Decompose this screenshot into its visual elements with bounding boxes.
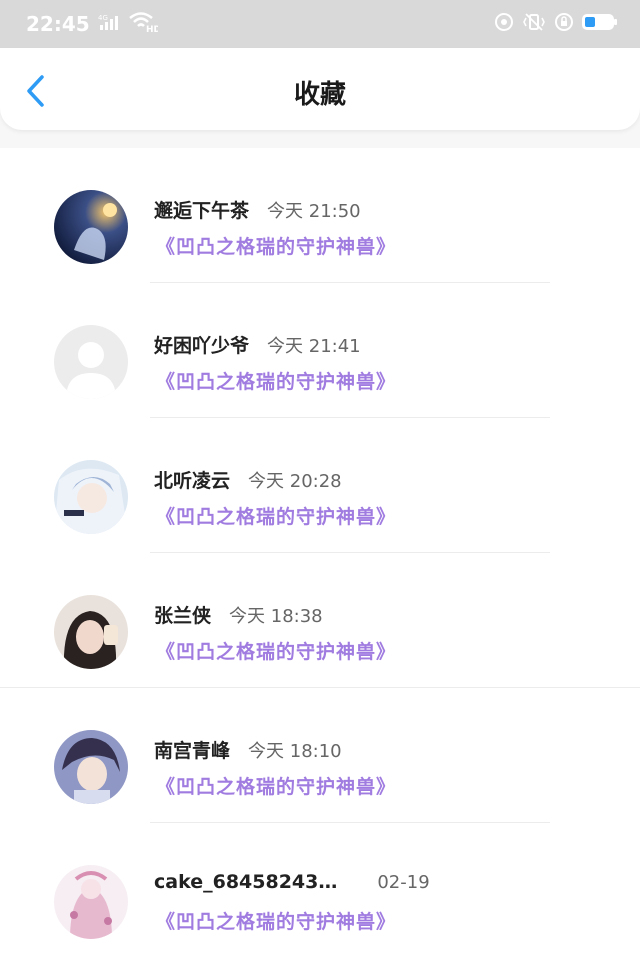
user-name[interactable]: 邂逅下午茶 今天 21:50: [154, 196, 361, 223]
list-item[interactable]: 张兰侠 今天 18:38 《凹凸之格瑞的守护神兽》: [0, 553, 640, 688]
list-item[interactable]: 南宫青峰 今天 18:10 《凹凸之格瑞的守护神兽》: [0, 688, 640, 823]
timestamp: 今天 20:28: [248, 471, 342, 492]
favorites-list: 邂逅下午茶 今天 21:50 《凹凸之格瑞的守护神兽》 好困吖少爷 今天 21:41…: [0, 148, 640, 961]
user-name[interactable]: cake_68458243… 02-19: [154, 871, 430, 893]
list-item[interactable]: cake_68458243… 02-19 《凹凸之格瑞的守护神兽》: [0, 823, 640, 958]
timestamp: 02-19: [377, 872, 430, 893]
book-title-link[interactable]: 《凹凸之格瑞的守护神兽》: [156, 637, 396, 664]
status-right: [494, 12, 618, 36]
book-title-link[interactable]: 《凹凸之格瑞的守护神兽》: [156, 367, 396, 394]
list-item[interactable]: 北听凌云 今天 20:28 《凹凸之格瑞的守护神兽》: [0, 418, 640, 553]
status-bar: 22:45 4G HD: [0, 0, 640, 48]
battery-icon: [582, 12, 618, 36]
default-avatar[interactable]: [54, 325, 128, 399]
avatar[interactable]: [54, 865, 128, 939]
timestamp: 今天 21:41: [267, 336, 361, 357]
wifi-icon: HD: [128, 11, 161, 37]
timestamp: 今天 18:10: [248, 741, 342, 762]
user-name[interactable]: 北听凌云 今天 20:28: [154, 466, 342, 493]
avatar[interactable]: [54, 730, 128, 804]
user-name[interactable]: 好困吖少爷 今天 21:41: [154, 331, 361, 358]
status-left: 22:45 4G HD: [26, 11, 161, 37]
timestamp: 今天 18:38: [229, 606, 323, 627]
book-title-link[interactable]: 《凹凸之格瑞的守护神兽》: [156, 772, 396, 799]
user-name-text: 北听凌云: [154, 470, 231, 492]
avatar[interactable]: [54, 460, 128, 534]
avatar[interactable]: [54, 595, 128, 669]
svg-text:HD: HD: [146, 25, 158, 33]
book-title-link[interactable]: 《凹凸之格瑞的守护神兽》: [156, 907, 396, 934]
user-name-text: cake_68458243…: [154, 871, 338, 893]
svg-text:4G: 4G: [98, 14, 108, 22]
status-time: 22:45: [26, 12, 90, 36]
book-title-link[interactable]: 《凹凸之格瑞的守护神兽》: [156, 232, 396, 259]
user-name[interactable]: 南宫青峰 今天 18:10: [154, 736, 342, 763]
user-name-text: 邂逅下午茶: [154, 200, 250, 222]
app-header: 收藏: [0, 48, 640, 130]
eye-care-icon: [494, 12, 514, 36]
timestamp: 今天 21:50: [267, 201, 361, 222]
list-item[interactable]: 好困吖少爷 今天 21:41 《凹凸之格瑞的守护神兽》: [0, 283, 640, 418]
vibrate-mute-icon: [522, 12, 546, 36]
user-name[interactable]: 张兰侠 今天 18:38: [154, 601, 323, 628]
user-name-text: 张兰侠: [154, 605, 212, 627]
user-name-text: 南宫青峰: [154, 740, 231, 762]
list-item[interactable]: 邂逅下午茶 今天 21:50 《凹凸之格瑞的守护神兽》: [0, 148, 640, 283]
lock-rotation-icon: [554, 12, 574, 36]
page-title: 收藏: [293, 80, 346, 110]
avatar[interactable]: [54, 190, 128, 264]
user-name-text: 好困吖少爷: [154, 335, 250, 357]
cellular-signal-icon: 4G: [98, 13, 120, 35]
book-title-link[interactable]: 《凹凸之格瑞的守护神兽》: [156, 502, 396, 529]
user-placeholder-icon: [54, 325, 128, 399]
